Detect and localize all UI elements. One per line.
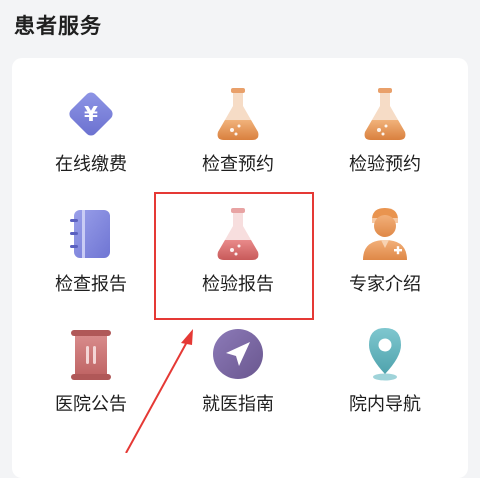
service-lab-appointment[interactable]: 检验预约 <box>310 84 460 196</box>
service-label: 检查预约 <box>202 154 274 175</box>
service-label: 医院公告 <box>55 394 127 415</box>
service-online-payment[interactable]: ¥ 在线缴费 <box>16 84 166 196</box>
services-grid: ¥ 在线缴费 检查预约 检验预约 检查报告 检验报告 专家介绍 医院公告 就医指… <box>0 0 480 453</box>
service-label: 在线缴费 <box>55 154 127 175</box>
service-hospital-notice[interactable]: 医院公告 <box>16 324 166 436</box>
service-lab-report[interactable]: 检验报告 <box>163 204 313 316</box>
flask-icon <box>355 84 415 144</box>
service-label: 检查报告 <box>55 274 127 295</box>
service-label: 检验预约 <box>349 154 421 175</box>
service-label: 检验报告 <box>202 274 274 295</box>
service-expert-intro[interactable]: 专家介绍 <box>310 204 460 316</box>
service-hospital-navigation[interactable]: 院内导航 <box>310 324 460 436</box>
service-exam-appointment[interactable]: 检查预约 <box>163 84 313 196</box>
service-exam-report[interactable]: 检查报告 <box>16 204 166 316</box>
doctor-icon <box>355 204 415 264</box>
service-label: 专家介绍 <box>349 274 421 295</box>
navigation-arrow-icon <box>208 324 268 384</box>
flask-icon <box>208 84 268 144</box>
flask-icon <box>208 204 268 264</box>
service-label: 就医指南 <box>202 394 274 415</box>
payment-icon: ¥ <box>61 84 121 144</box>
scroll-icon <box>61 324 121 384</box>
notebook-icon <box>61 204 121 264</box>
service-medical-guide[interactable]: 就医指南 <box>163 324 313 436</box>
map-pin-icon <box>355 324 415 384</box>
svg-text:¥: ¥ <box>84 102 98 126</box>
service-label: 院内导航 <box>349 394 421 415</box>
